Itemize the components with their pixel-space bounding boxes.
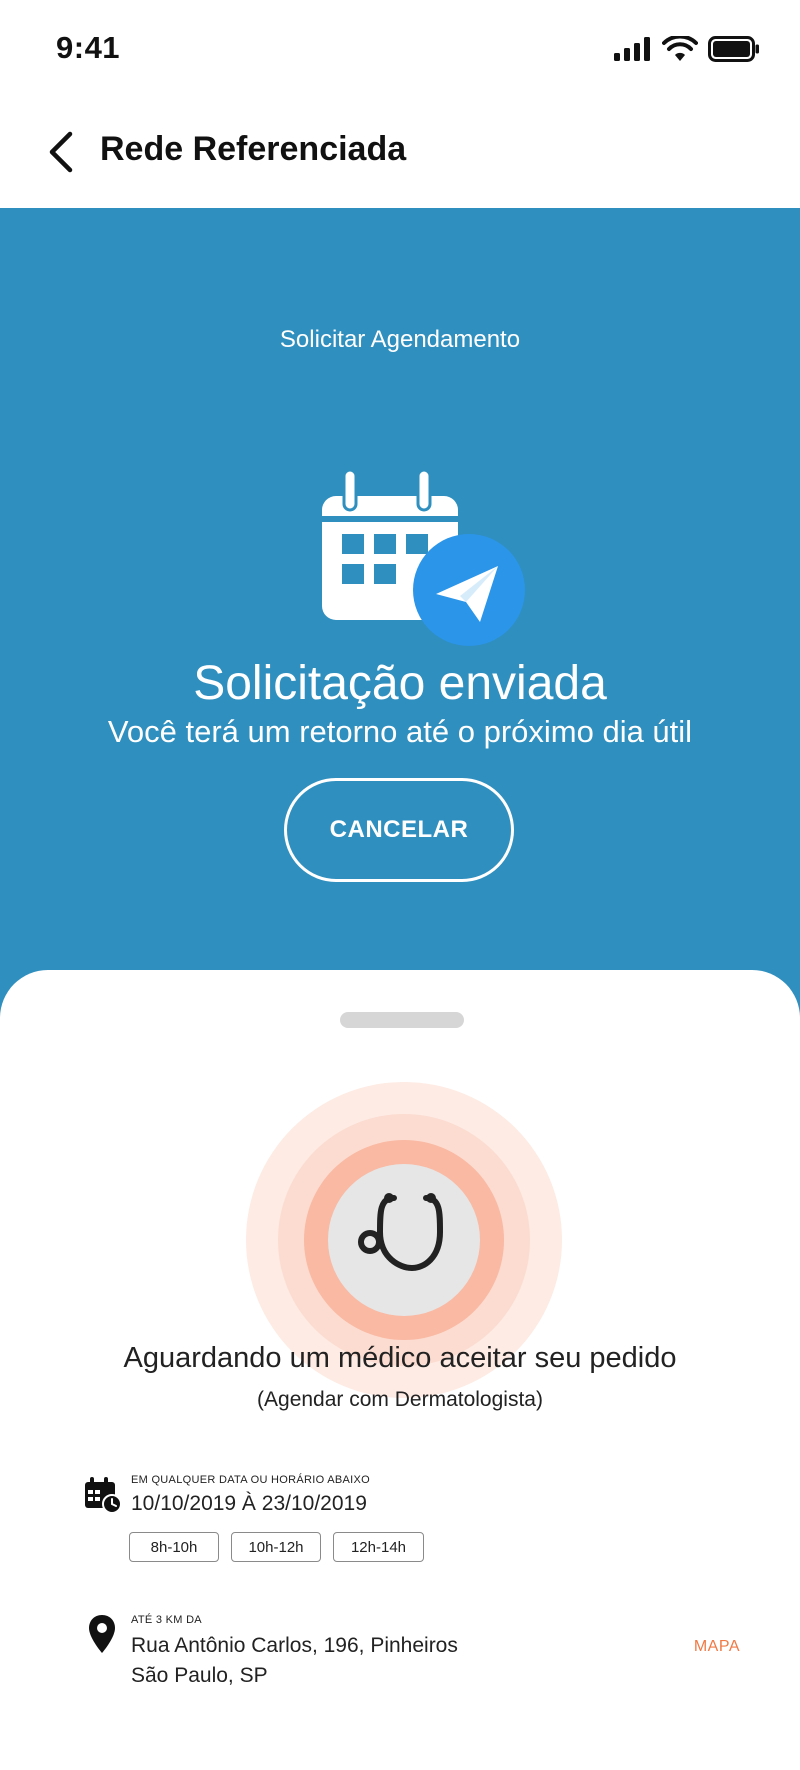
location-block: ATÉ 3 KM DA Rua Antônio Carlos, 196, Pin… — [84, 1614, 744, 1704]
waiting-title: Aguardando um médico aceitar seu pedido — [123, 1342, 677, 1374]
confirmation-subtitle: Você terá um retorno até o próximo dia ú… — [107, 714, 693, 749]
cancel-button[interactable]: CANCELAR — [284, 778, 514, 882]
hero-caption: Solicitar Agendamento — [279, 326, 521, 353]
date-range: 10/10/2019 À 23/10/2019 — [131, 1492, 367, 1515]
schedule-block: EM QUALQUER DATA OU HORÁRIO ABAIXO 10/10… — [84, 1474, 744, 1584]
bottom-sheet: Aguardando um médico aceitar seu pedido … — [0, 970, 800, 1770]
hero-section: Solicitar Agendamento Solicitação enviad… — [0, 208, 800, 1008]
map-link[interactable]: MAPA — [694, 1638, 740, 1656]
battery-icon — [708, 36, 759, 62]
time-slots: 8h-10h 10h-12h 12h-14h — [129, 1532, 424, 1562]
schedule-caption: EM QUALQUER DATA OU HORÁRIO ABAIXO — [131, 1474, 371, 1486]
time-slot-chip[interactable]: 12h-14h — [333, 1532, 424, 1562]
cellular-signal-icon — [614, 37, 650, 61]
status-time: 9:41 — [56, 30, 121, 65]
address-line-1: Rua Antônio Carlos, 196, Pinheiros — [131, 1634, 458, 1657]
paper-plane-icon — [413, 534, 525, 646]
time-slot-chip[interactable]: 8h-10h — [129, 1532, 219, 1562]
chevron-left-icon — [49, 131, 73, 173]
back-button[interactable] — [40, 126, 88, 178]
app-header: Rede Referenciada — [0, 100, 800, 208]
sheet-drag-handle[interactable] — [340, 1012, 464, 1028]
time-slot-chip[interactable]: 10h-12h — [231, 1532, 321, 1562]
calendar-clock-icon — [85, 1477, 122, 1514]
map-pin-icon — [89, 1615, 115, 1653]
wifi-icon — [662, 36, 698, 61]
schedule-sent-illustration — [322, 470, 525, 646]
location-caption: ATÉ 3 KM DA — [131, 1614, 202, 1626]
address-line-2: São Paulo, SP — [131, 1664, 268, 1687]
waiting-subtitle: (Agendar com Dermatologista) — [257, 1388, 543, 1411]
status-icons — [612, 36, 760, 62]
confirmation-title: Solicitação enviada — [193, 657, 607, 710]
page-title: Rede Referenciada — [100, 130, 407, 168]
status-bar: 9:41 — [0, 0, 800, 100]
